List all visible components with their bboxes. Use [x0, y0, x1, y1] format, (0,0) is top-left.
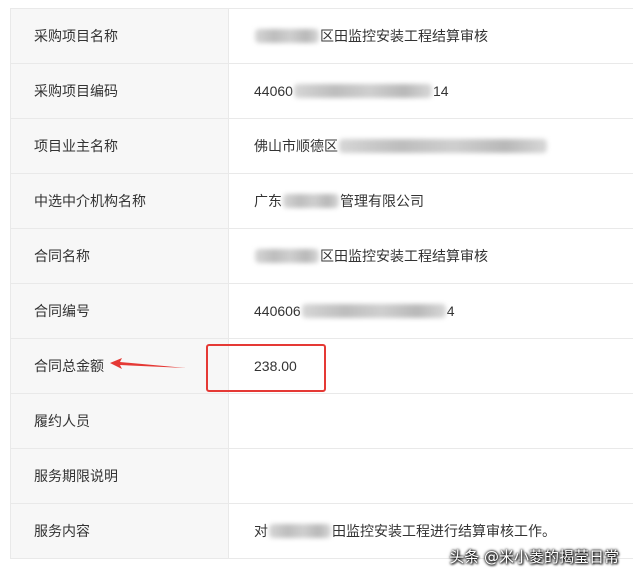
row-value: 区田监控安装工程结算审核: [229, 229, 633, 283]
redacted-text: [301, 304, 446, 318]
row-label: 合同名称: [10, 229, 229, 283]
row-label: 合同编号: [10, 284, 229, 338]
row-value: 广东 管理有限公司: [229, 174, 633, 228]
row-label: 合同总金额: [10, 339, 229, 393]
row-value: 440606 4: [229, 284, 633, 338]
value-text-prefix: 对: [254, 523, 268, 539]
contract-details-table: 采购项目名称 区田监控安装工程结算审核 采购项目编码 44060 14 项目业主名称 佛山市…: [10, 8, 633, 559]
value-text-prefix: 440606: [254, 303, 301, 319]
row-label: 中选中介机构名称: [10, 174, 229, 228]
value-text-suffix: 区田监控安装工程结算审核: [320, 248, 488, 264]
redacted-text: [293, 84, 432, 98]
row-value: [229, 394, 633, 448]
table-row: 采购项目名称 区田监控安装工程结算审核: [10, 9, 633, 64]
row-value: [229, 449, 633, 503]
value-text-prefix: 广东: [254, 193, 282, 209]
value-text-suffix: 4: [446, 303, 455, 319]
value-text-suffix: 田监控安装工程进行结算审核工作。: [332, 523, 556, 539]
row-label: 项目业主名称: [10, 119, 229, 173]
value-text-prefix: 44060: [254, 83, 293, 99]
value-text-suffix: 区田监控安装工程结算审核: [320, 28, 488, 44]
table-row: 履约人员: [10, 394, 633, 449]
table-row: 中选中介机构名称 广东 管理有限公司: [10, 174, 633, 229]
table-row: 项目业主名称 佛山市顺德区: [10, 119, 633, 174]
table-row: 采购项目编码 44060 14: [10, 64, 633, 119]
redacted-text: [283, 194, 339, 208]
row-value: 44060 14: [229, 64, 633, 118]
row-value: 佛山市顺德区: [229, 119, 633, 173]
row-label: 采购项目编码: [10, 64, 229, 118]
row-label: 服务期限说明: [10, 449, 229, 503]
table-row: 服务期限说明: [10, 449, 633, 504]
row-label: 服务内容: [10, 504, 229, 558]
redacted-text: [255, 249, 319, 263]
value-text-suffix: 14: [432, 83, 449, 99]
row-label: 履约人员: [10, 394, 229, 448]
row-label: 采购项目名称: [10, 9, 229, 63]
row-value: 238.00: [229, 339, 633, 393]
redacted-text: [269, 524, 331, 538]
table-row: 合同编号 440606 4: [10, 284, 633, 339]
value-text-suffix: 管理有限公司: [340, 193, 424, 209]
value-text-prefix: 佛山市顺德区: [254, 138, 338, 154]
table-row: 合同名称 区田监控安装工程结算审核: [10, 229, 633, 284]
value-text-prefix: 238.00: [254, 358, 297, 374]
row-value: 区田监控安装工程结算审核: [229, 9, 633, 63]
table-row: 合同总金额 238.00: [10, 339, 633, 394]
watermark: 头条 @米小菱的揭莹日常: [449, 548, 619, 566]
redacted-text: [255, 29, 319, 43]
redacted-text: [339, 139, 547, 153]
